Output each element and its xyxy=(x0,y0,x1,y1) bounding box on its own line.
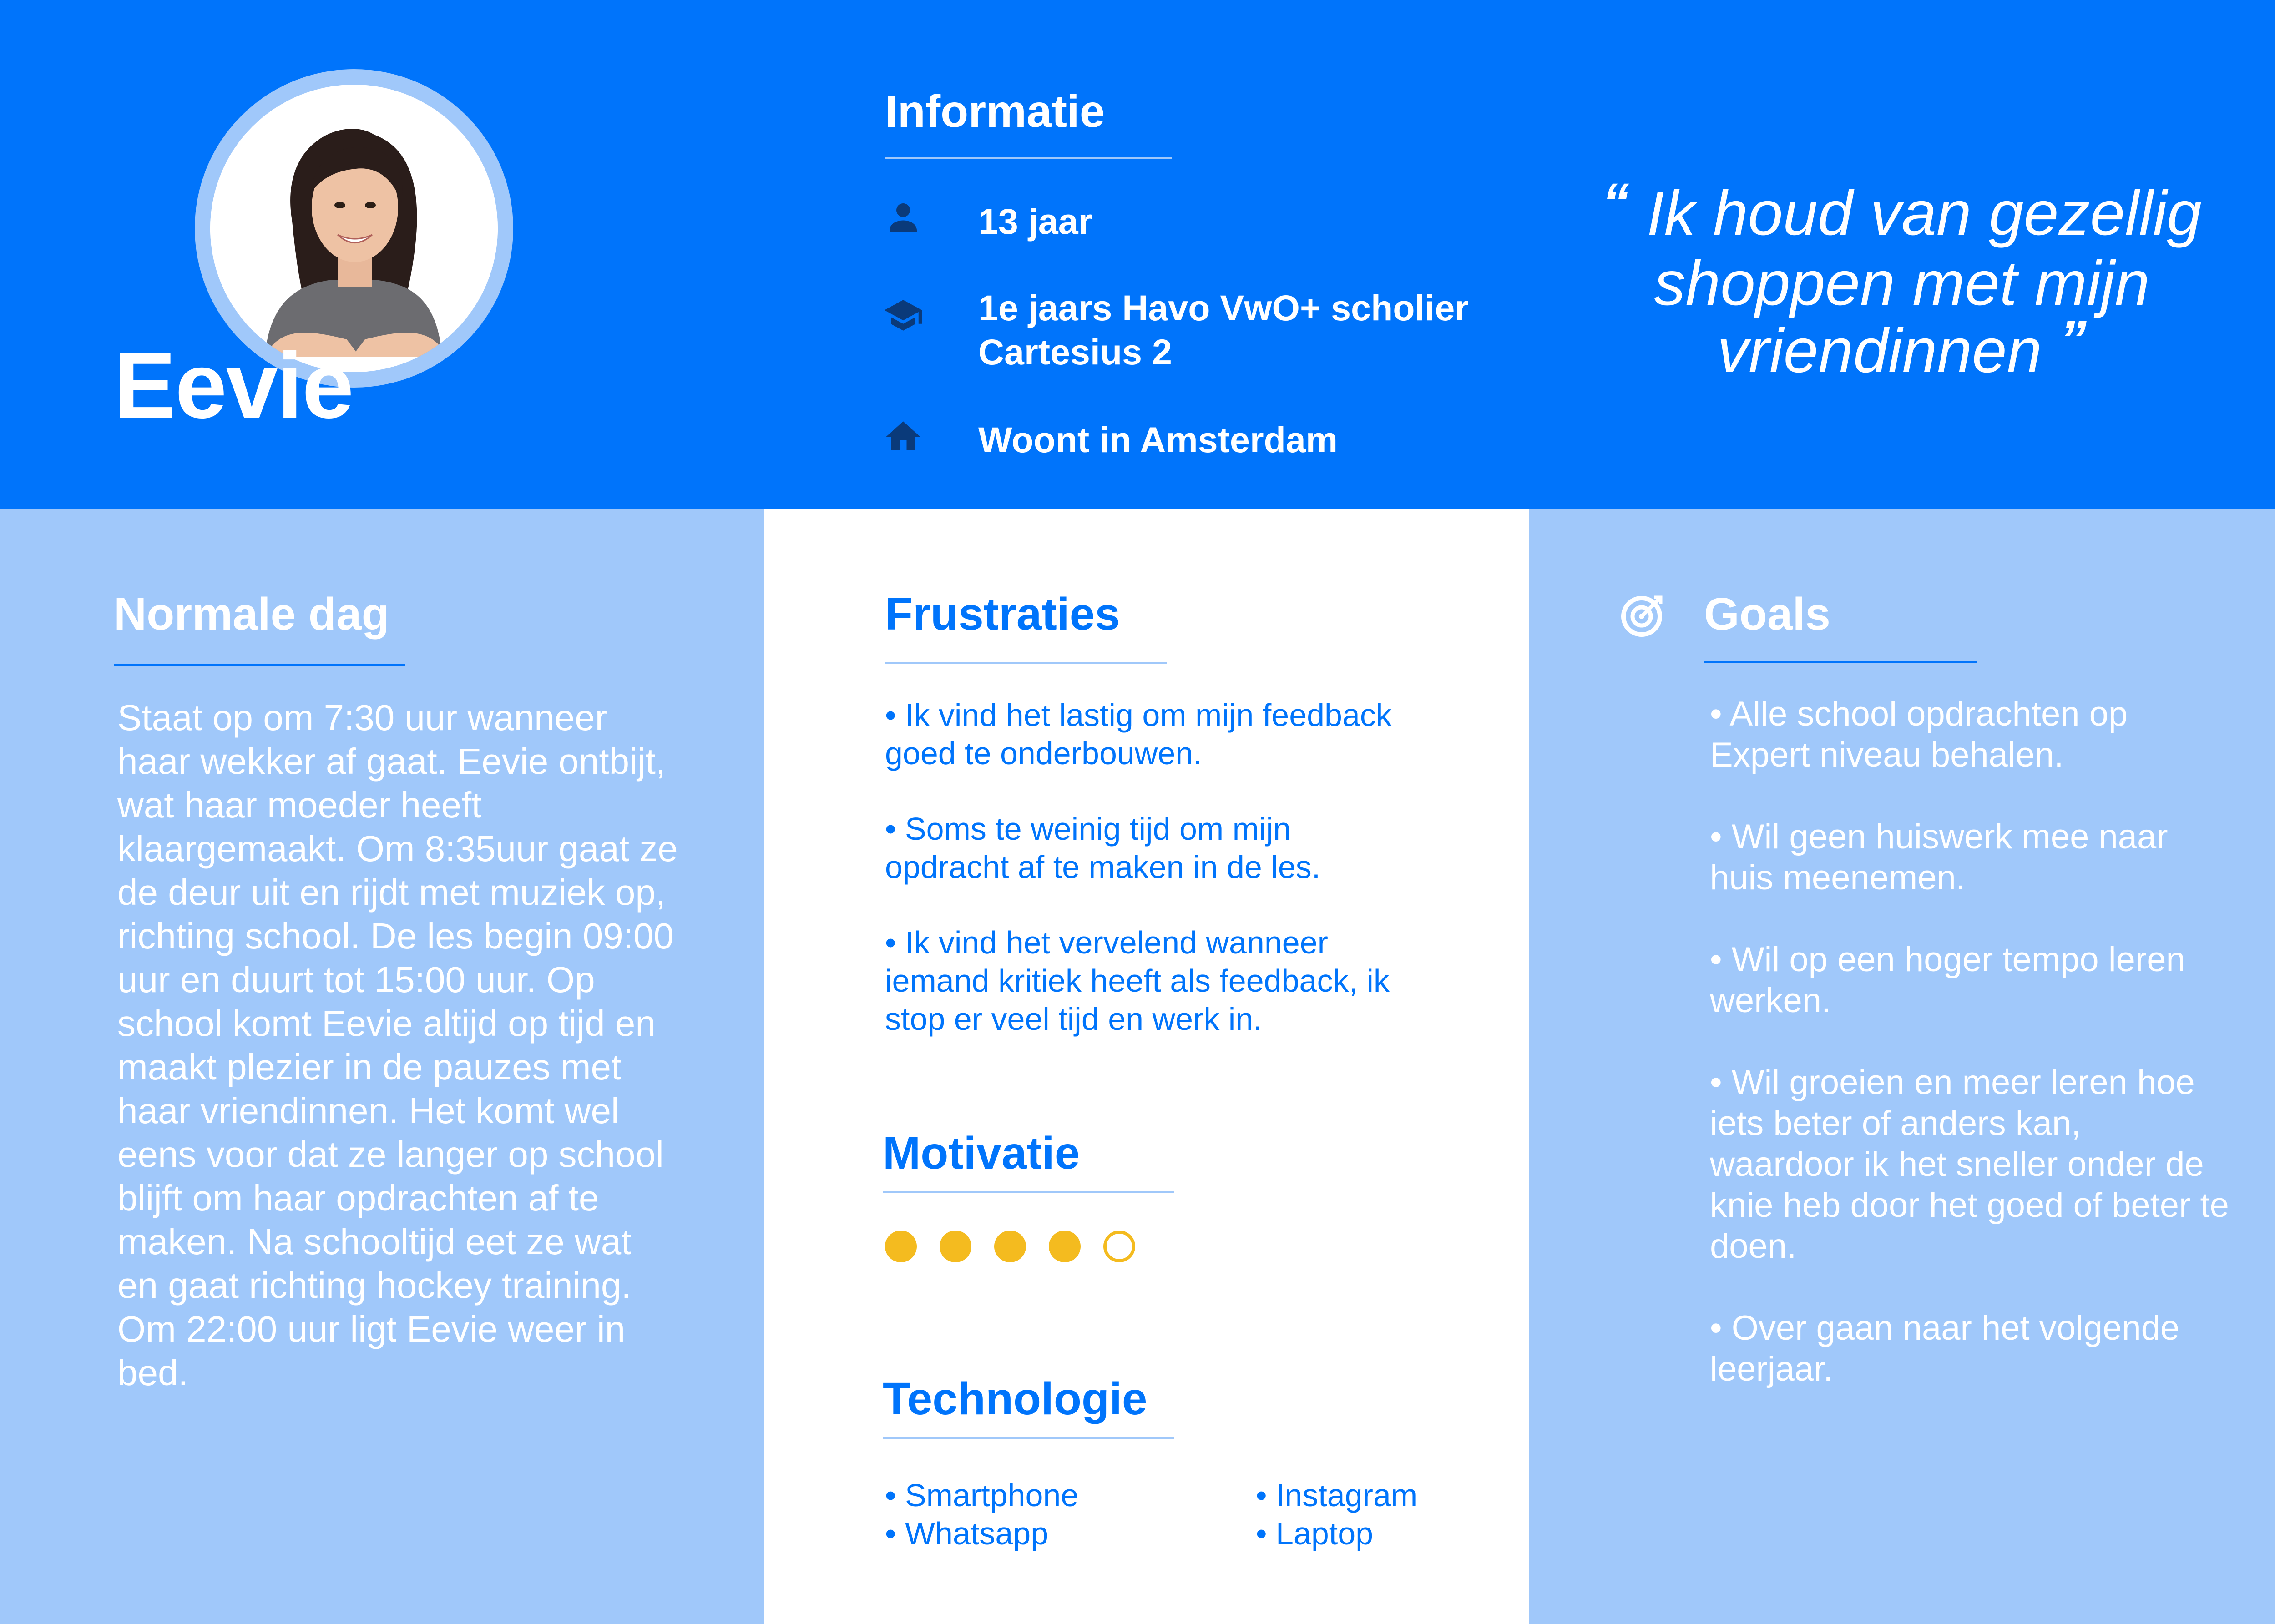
info-school: 1e jaars Havo VwO+ scholier Cartesius 2 xyxy=(978,286,1469,374)
frustraties-underline xyxy=(885,662,1167,664)
informatie-title: Informatie xyxy=(885,86,1105,137)
person-icon xyxy=(883,197,924,237)
technologie-item-whatsapp: • Whatsapp xyxy=(885,1516,1049,1551)
rating-dot-filled xyxy=(940,1231,971,1262)
motivatie-underline xyxy=(883,1191,1174,1193)
info-age: 13 jaar xyxy=(978,201,1092,242)
technologie-title: Technologie xyxy=(883,1373,1148,1424)
technologie-item-laptop: • Laptop xyxy=(1256,1516,1374,1551)
technologie-underline xyxy=(883,1437,1174,1439)
avatar-photo xyxy=(210,85,498,372)
normale-dag-title: Normale dag xyxy=(114,589,389,640)
column-frustraties xyxy=(764,509,1529,1624)
rating-dot-filled xyxy=(885,1231,917,1262)
graduation-cap-icon xyxy=(883,295,924,336)
avatar xyxy=(210,85,498,372)
quote-close-mark: ” xyxy=(2059,309,2087,370)
frustraties-title: Frustraties xyxy=(885,589,1120,640)
goals-underline xyxy=(1704,661,1977,663)
technologie-item-smartphone: • Smartphone xyxy=(885,1478,1079,1513)
info-school-line1: 1e jaars Havo VwO+ scholier xyxy=(978,287,1469,328)
technologie-item-instagram: • Instagram xyxy=(1256,1478,1418,1513)
goal-item-1: • Alle school opdrachten op Expert nivea… xyxy=(1710,695,2128,774)
frustratie-item-3: • Ik vind het vervelend wanneer iemand k… xyxy=(885,925,1390,1037)
frustratie-item-1: • Ik vind het lastig om mijn feedback go… xyxy=(885,697,1392,771)
quote-line3: vriendinnen xyxy=(1717,316,2042,386)
home-icon xyxy=(883,416,924,457)
quote-line1: Ik houd van gezellig xyxy=(1647,178,2202,248)
rating-dot-filled xyxy=(994,1231,1026,1262)
frustratie-item-2: • Soms te weinig tijd om mijn opdracht a… xyxy=(885,811,1321,885)
goal-item-2: • Wil geen huiswerk mee naar huis meenem… xyxy=(1710,817,2168,897)
rating-dot-empty xyxy=(1103,1231,1135,1262)
persona-name: Eevie xyxy=(114,333,354,438)
info-school-line2: Cartesius 2 xyxy=(978,332,1172,372)
informatie-underline xyxy=(885,157,1172,159)
goals-title: Goals xyxy=(1704,589,1830,640)
goal-item-4: • Wil groeien en meer leren hoe iets bet… xyxy=(1710,1063,2229,1266)
quote-open-mark: “ xyxy=(1602,172,1629,233)
quote-line2: shoppen met mijn xyxy=(1654,248,2150,318)
normale-dag-underline xyxy=(114,664,405,666)
rating-dot-filled xyxy=(1049,1231,1081,1262)
normale-dag-text: Staat op om 7:30 uur wanneer haar wekker… xyxy=(117,697,678,1393)
goal-item-5: • Over gaan naar het volgende leerjaar. xyxy=(1710,1309,2180,1388)
persona-quote: “ Ik houd van gezellig shoppen met mijn … xyxy=(1579,172,2225,387)
motivatie-title: Motivatie xyxy=(883,1128,1080,1179)
goal-item-3: • Wil op een hoger tempo leren werken. xyxy=(1710,940,2185,1020)
target-icon xyxy=(1619,594,1664,639)
info-residence: Woont in Amsterdam xyxy=(978,419,1338,460)
